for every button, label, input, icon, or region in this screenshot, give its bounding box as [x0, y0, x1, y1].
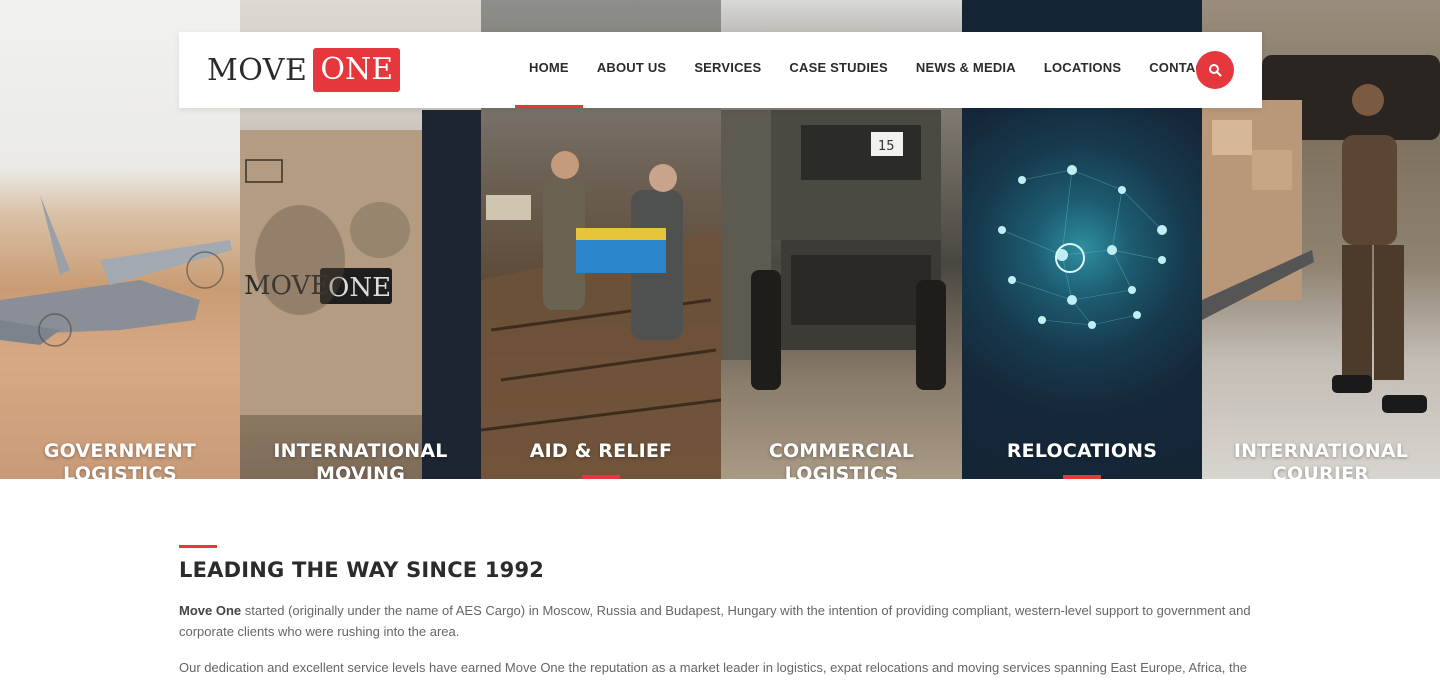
search-icon	[1209, 64, 1222, 77]
panel-active-underline	[582, 475, 620, 479]
intro-paragraph-1-text: started (originally under the name of AE…	[179, 603, 1251, 639]
nav-item-news-media[interactable]: NEWS & MEDIA	[902, 32, 1030, 108]
intro-section: LEADING THE WAY SINCE 1992 Move One star…	[179, 545, 1262, 678]
logo-text-move: MOVE	[207, 52, 308, 88]
svg-text:15: 15	[878, 139, 895, 154]
nav-item-services[interactable]: SERVICES	[680, 32, 775, 108]
panel-title: RELOCATIONS	[1006, 440, 1158, 462]
main-nav: HOME ABOUT US SERVICES CASE STUDIES NEWS…	[515, 32, 1227, 108]
intro-paragraph-1: Move One started (originally under the n…	[179, 600, 1262, 642]
section-heading: LEADING THE WAY SINCE 1992	[179, 558, 545, 582]
nav-item-home[interactable]: HOME	[515, 32, 583, 108]
intro-paragraph-2: Our dedication and excellent service lev…	[179, 660, 1248, 675]
panel-title: INTERNATIONAL MOVING	[273, 440, 448, 479]
panel-title: INTERNATIONAL COURIER	[1233, 440, 1409, 479]
site-header: MOVE ONE HOME ABOUT US SERVICES CASE STU…	[179, 32, 1262, 108]
panel-title: GOVERNMENT LOGISTICS	[43, 440, 197, 479]
panel-active-underline	[1063, 475, 1101, 479]
company-name: Move One	[179, 603, 242, 618]
nav-item-case-studies[interactable]: CASE STUDIES	[775, 32, 901, 108]
heading-accent-bar	[179, 545, 217, 548]
search-button[interactable]	[1196, 51, 1234, 89]
panel-title: COMMERCIAL LOGISTICS	[768, 440, 915, 479]
nav-item-locations[interactable]: LOCATIONS	[1030, 32, 1135, 108]
logo-text-one: ONE	[313, 48, 401, 92]
logo[interactable]: MOVE ONE	[207, 48, 401, 92]
panel-title: AID & RELIEF	[529, 440, 673, 462]
nav-item-about-us[interactable]: ABOUT US	[583, 32, 681, 108]
